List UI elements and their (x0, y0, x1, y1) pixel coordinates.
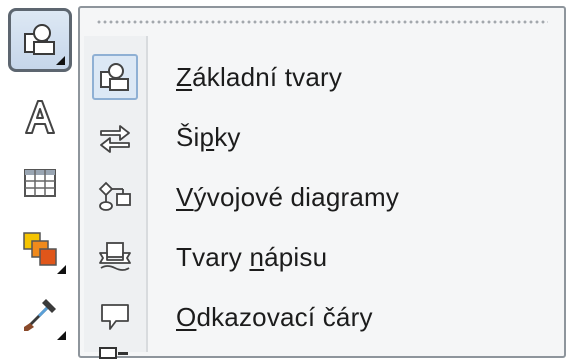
flyout-indicator-icon (57, 331, 66, 340)
arrow-shapes-icon (92, 114, 138, 160)
basic-shapes-flyout-menu: Základní tvary Šipky Vývojové diagramy T… (78, 6, 566, 358)
menu-item-arrow-shapes[interactable]: Šipky (84, 108, 560, 166)
next-tool-icon (99, 347, 128, 359)
eyedropper-tool-button[interactable] (10, 286, 70, 344)
basic-shapes-icon (92, 54, 138, 100)
toolbox (0, 0, 80, 360)
table-tool-icon (24, 169, 56, 197)
interactive-fill-tool-icon (23, 232, 57, 266)
menu-grip-handle[interactable] (96, 20, 548, 24)
banner-shapes-icon (92, 234, 138, 280)
flyout-indicator-icon (57, 265, 66, 274)
table-tool-button[interactable] (10, 154, 70, 212)
menu-item-label: Základní tvary (176, 61, 343, 92)
flyout-indicator-icon (56, 56, 65, 65)
text-tool-icon (25, 100, 55, 134)
eyedropper-tool-icon (24, 299, 56, 331)
menu-item-label: Odkazovací čáry (176, 301, 373, 332)
menu-item-label: Šipky (176, 121, 241, 152)
text-tool-button[interactable] (10, 88, 70, 146)
basic-shapes-tool-button[interactable] (8, 8, 72, 72)
menu-item-label: Tvary nápisu (176, 241, 328, 272)
menu-item-basic-shapes[interactable]: Základní tvary (84, 48, 560, 106)
menu-item-flowchart-shapes[interactable]: Vývojové diagramy (84, 168, 560, 226)
menu-item-label: Vývojové diagramy (176, 181, 400, 212)
menu-item-callout-shapes[interactable]: Odkazovací čáry (84, 288, 560, 346)
flowchart-shapes-icon (92, 174, 138, 220)
callout-shapes-icon (92, 294, 138, 340)
interactive-fill-tool-button[interactable] (10, 220, 70, 278)
basic-shapes-tool-icon (24, 24, 55, 55)
menu-item-banner-shapes[interactable]: Tvary nápisu (84, 228, 560, 286)
